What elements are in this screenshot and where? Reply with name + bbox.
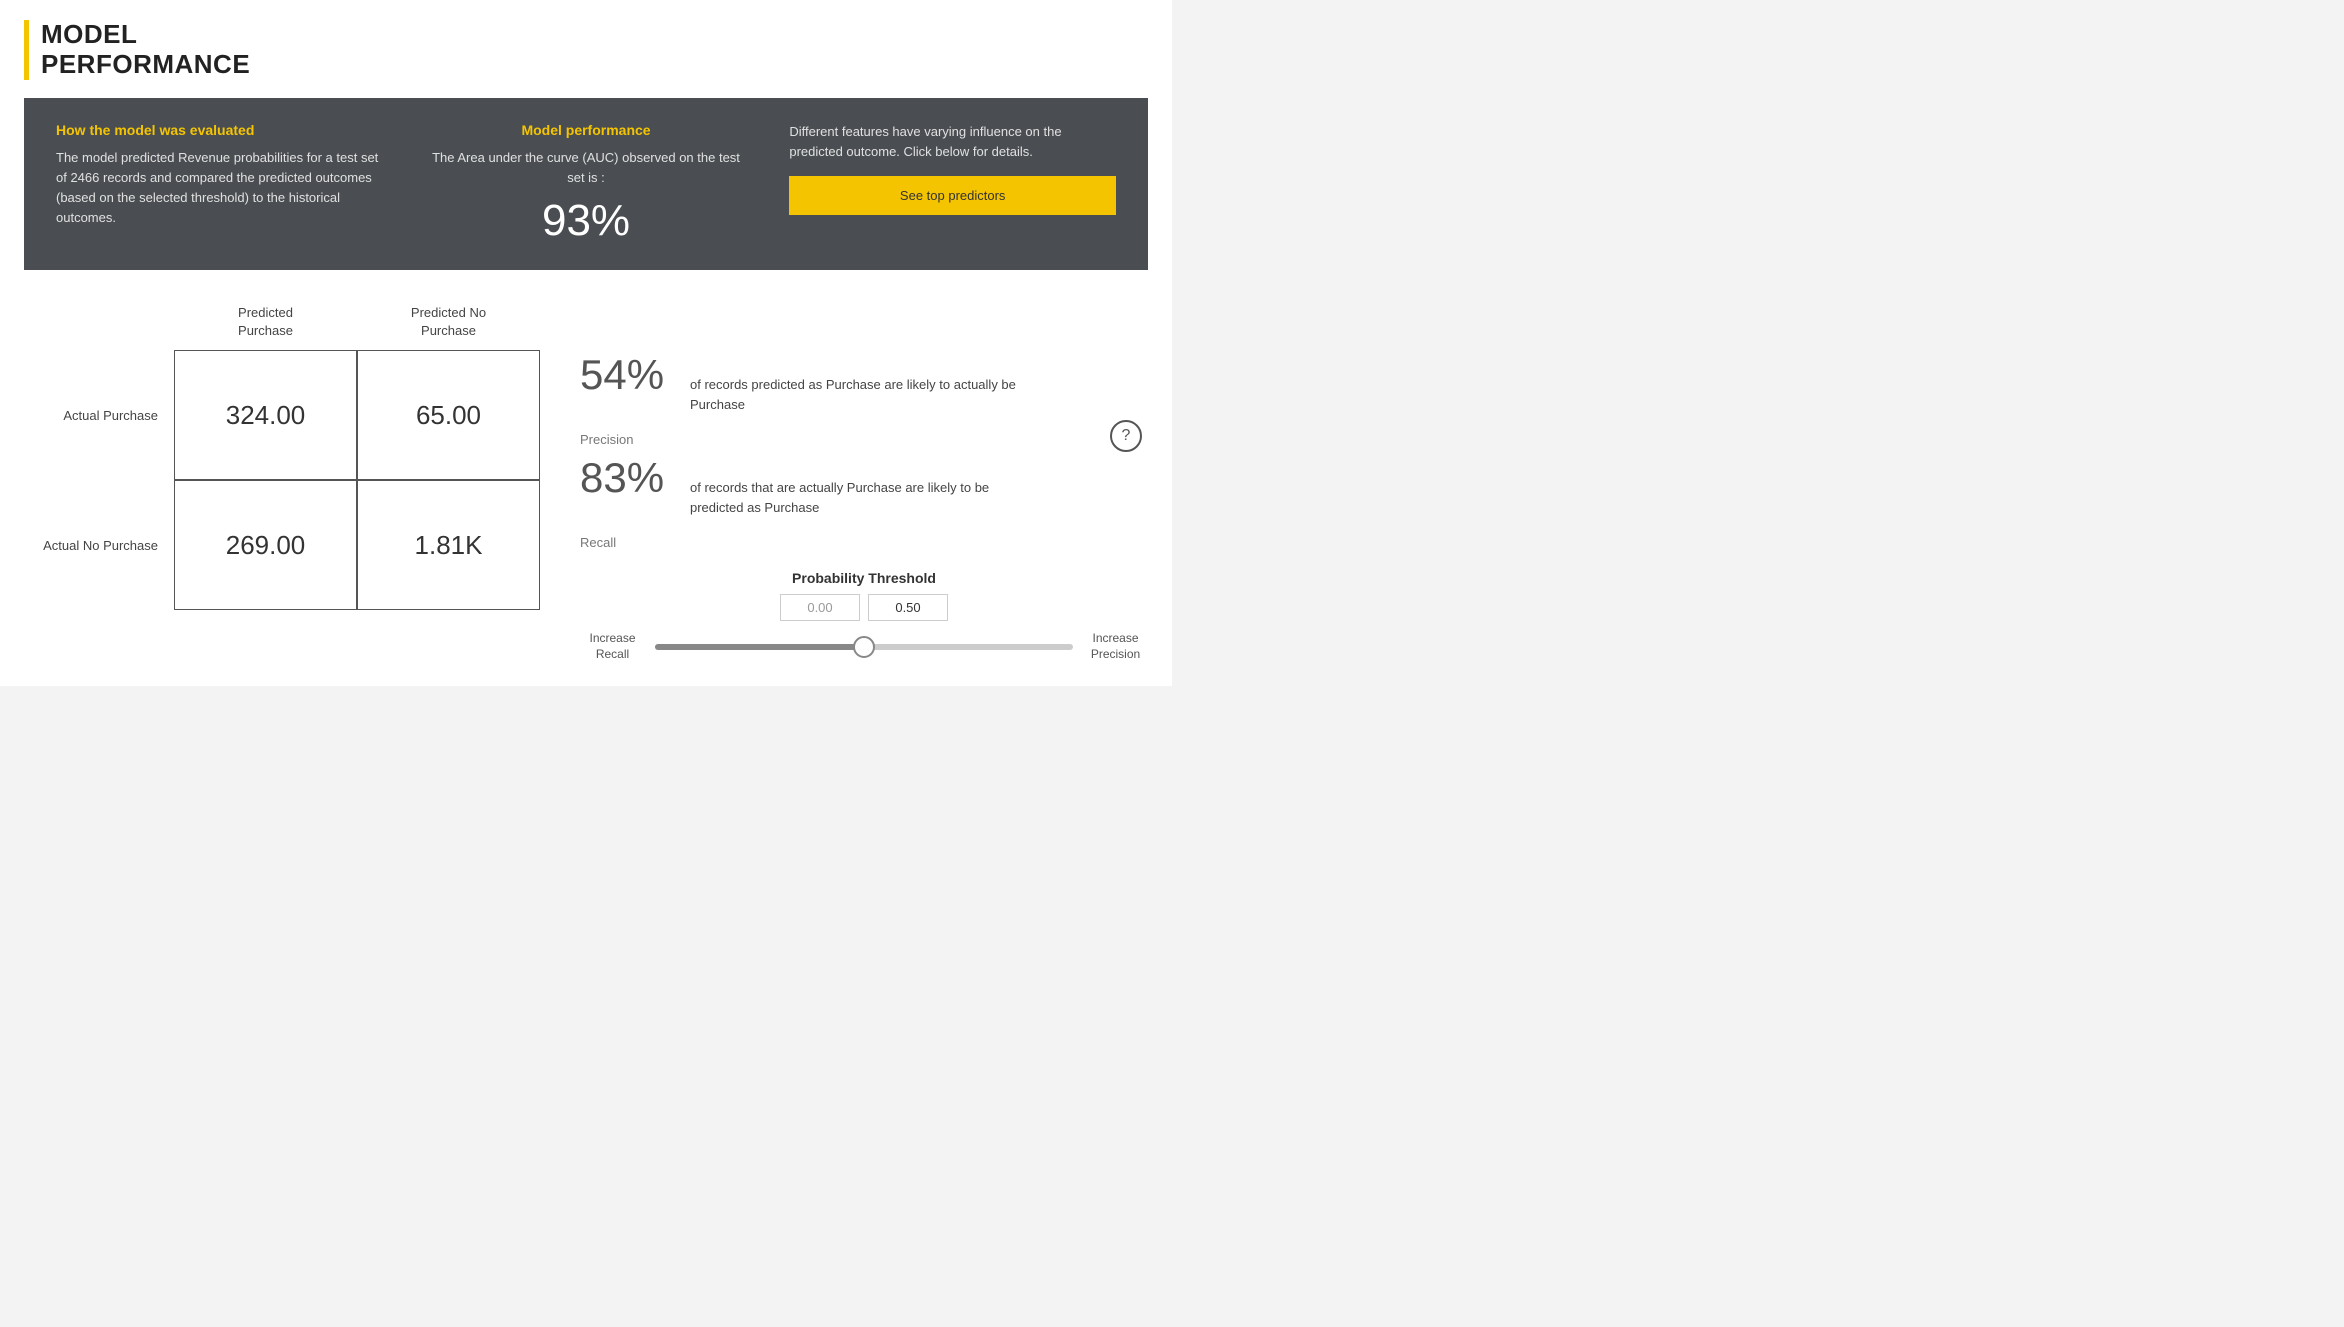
- title-accent-bar: [24, 20, 29, 80]
- banner-col3-text: Different features have varying influenc…: [789, 122, 1116, 162]
- banner-col1-text: The model predicted Revenue probabilitie…: [56, 148, 383, 229]
- col-header-purchase: Predicted Purchase: [174, 304, 357, 350]
- banner-col-predictors: Different features have varying influenc…: [789, 122, 1116, 215]
- cell-fp: 269.00: [174, 480, 357, 610]
- cell-tn: 1.81K: [357, 480, 540, 610]
- col-header-no-purchase: Predicted No Purchase: [357, 304, 540, 350]
- slider-fill: [655, 644, 864, 650]
- banner-col-evaluation: How the model was evaluated The model pr…: [56, 122, 383, 229]
- row-label-purchase: Actual Purchase: [24, 408, 174, 423]
- banner-col1-title: How the model was evaluated: [56, 122, 383, 138]
- threshold-section: Probability Threshold Increase Recall In…: [580, 570, 1148, 662]
- threshold-inputs: [580, 594, 1148, 621]
- slider-right-label: Increase Precision: [1083, 631, 1148, 662]
- slider-area: Increase Recall Increase Precision: [580, 631, 1148, 662]
- slider-thumb[interactable]: [853, 636, 875, 658]
- cell-fn: 65.00: [357, 350, 540, 480]
- cell-tp: 324.00: [174, 350, 357, 480]
- see-top-predictors-button[interactable]: See top predictors: [789, 176, 1116, 215]
- row-label-no-purchase: Actual No Purchase: [24, 538, 174, 553]
- precision-row: 54% of records predicted as Purchase are…: [580, 354, 1148, 414]
- precision-label: Precision: [580, 432, 1148, 447]
- metrics-panel: 54% of records predicted as Purchase are…: [580, 304, 1148, 662]
- threshold-low-input[interactable]: [780, 594, 860, 621]
- col-headers: Predicted Purchase Predicted No Purchase: [174, 304, 540, 350]
- matrix-section: Predicted Purchase Predicted No Purchase…: [24, 294, 1148, 662]
- threshold-title: Probability Threshold: [580, 570, 1148, 586]
- info-banner: How the model was evaluated The model pr…: [24, 98, 1148, 270]
- slider-track[interactable]: [655, 644, 1073, 650]
- recall-label: Recall: [580, 535, 1148, 550]
- banner-col2-subtitle: The Area under the curve (AUC) observed …: [423, 148, 750, 188]
- help-icon-area: ?: [1110, 420, 1142, 452]
- banner-col2-title: Model performance: [423, 122, 750, 138]
- precision-value: 54%: [580, 354, 680, 396]
- page-title-area: MODEL PERFORMANCE: [24, 20, 1148, 80]
- page-title: MODEL PERFORMANCE: [41, 20, 250, 80]
- confusion-matrix: Predicted Purchase Predicted No Purchase…: [24, 304, 540, 662]
- auc-value: 93%: [423, 196, 750, 246]
- recall-value: 83%: [580, 457, 680, 499]
- matrix-row-no-purchase: Actual No Purchase 269.00 1.81K: [24, 480, 540, 610]
- recall-desc: of records that are actually Purchase ar…: [690, 478, 1030, 517]
- banner-col-performance: Model performance The Area under the cur…: [423, 122, 750, 246]
- slider-left-label: Increase Recall: [580, 631, 645, 662]
- precision-group: 54% of records predicted as Purchase are…: [580, 354, 1148, 447]
- recall-row: 83% of records that are actually Purchas…: [580, 457, 1148, 517]
- help-icon[interactable]: ?: [1110, 420, 1142, 452]
- matrix-row-purchase: Actual Purchase 324.00 65.00: [24, 350, 540, 480]
- recall-group: 83% of records that are actually Purchas…: [580, 457, 1148, 550]
- matrix-rows: Actual Purchase 324.00 65.00 Actual No P…: [24, 350, 540, 610]
- precision-desc: of records predicted as Purchase are lik…: [690, 375, 1030, 414]
- title-line2: PERFORMANCE: [41, 49, 250, 79]
- title-line1: MODEL: [41, 19, 137, 49]
- threshold-high-input[interactable]: [868, 594, 948, 621]
